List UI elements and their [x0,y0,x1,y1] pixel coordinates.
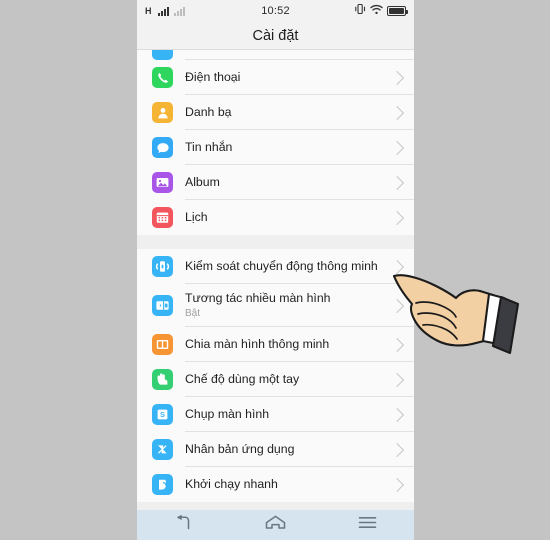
pointing-hand-cursor [392,264,520,362]
chevron-right-icon [389,477,405,492]
settings-row-label: Chế độ dùng một tay [185,372,300,386]
settings-row[interactable]: Kiểm soát chuyển động thông minh [137,249,414,284]
settings-row[interactable]: Lịch [137,200,414,235]
album-icon [152,172,173,193]
settings-row[interactable]: Tin nhắn [137,130,414,165]
smart-features-group: Kiểm soát chuyển động thông minh Tương tá… [137,249,414,502]
settings-row-labels: Khởi chạy nhanh [185,470,386,499]
quick-launch-icon [152,474,173,495]
settings-row[interactable]: Tương tác nhiều màn hình Bật [137,284,414,327]
chevron-right-icon [389,105,405,120]
settings-row-labels: Danh bạ [185,98,386,127]
settings-row[interactable]: Chế độ dùng một tay [137,362,414,397]
page-title: Cài đặt [252,27,299,44]
settings-row-labels: Chế độ dùng một tay [185,365,386,394]
one-handed-mode-icon [152,369,173,390]
motion-control-icon [152,256,173,277]
settings-row-labels: Kiểm soát chuyển động thông minh [185,252,386,281]
settings-row-labels: Album [185,168,386,197]
settings-row-label: Tin nhắn [185,140,233,154]
back-button[interactable] [160,510,206,540]
group-separator [137,235,414,249]
cut-off-app-icon [152,50,173,60]
phone-icon [152,67,173,88]
settings-row-label: Lịch [185,210,208,224]
chevron-right-icon [389,175,405,190]
settings-row-label: Danh bạ [185,105,232,119]
chevron-right-icon [389,140,405,155]
settings-row-label: Khởi chạy nhanh [185,477,278,491]
settings-row[interactable]: Điện thoại [137,60,414,95]
back-arrow-icon [174,515,193,535]
status-bar-clock: 10:52 [261,5,290,17]
settings-row-label: Điện thoại [185,70,241,84]
home-icon [265,515,286,535]
settings-row-label: Tương tác nhiều màn hình [185,291,331,305]
system-navigation-bar [137,510,414,540]
settings-row-labels: Nhân bản ứng dụng [185,435,386,464]
chevron-right-icon [389,372,405,387]
settings-row-labels: Lịch [185,203,386,232]
split-screen-icon [152,334,173,355]
settings-row-labels: Chia màn hình thông minh [185,330,386,359]
svg-text:S: S [160,410,165,419]
settings-row[interactable]: Nhân bản ứng dụng [137,432,414,467]
settings-list[interactable]: Điện thoại Danh bạ Tin nhắn Album Lịch Kiểm s… [137,50,414,510]
calendar-icon [152,207,173,228]
settings-row-label: Album [185,175,220,189]
settings-row-sublabel: Bật [185,308,201,319]
menu-icon [358,516,377,534]
settings-row[interactable]: Khởi chạy nhanh [137,467,414,502]
chevron-right-icon [389,70,405,85]
page-title-bar: Cài đặt [137,22,414,50]
settings-row-labels: Chụp màn hình [185,400,386,429]
screenshot-icon: S [152,404,173,425]
apps-group: Điện thoại Danh bạ Tin nhắn Album Lịch [137,50,414,235]
settings-row-labels: Tin nhắn [185,133,386,162]
menu-button[interactable] [345,510,391,540]
phone-screen: H 10:52 Cài đặt Điện thoại Danh bạ Tin n… [137,0,414,540]
home-button[interactable] [252,510,298,540]
battery-icon [387,6,408,16]
settings-row-labels: Điện thoại [185,63,386,92]
multi-screen-interaction-icon [152,295,173,316]
settings-row[interactable]: Chia màn hình thông minh [137,327,414,362]
settings-row[interactable]: Album [137,165,414,200]
chevron-right-icon [389,407,405,422]
status-bar: H 10:52 [137,0,414,22]
settings-row-label: Chụp màn hình [185,407,270,421]
app-clone-icon [152,439,173,460]
settings-row-label: Chia màn hình thông minh [185,337,330,351]
settings-row-labels: Tương tác nhiều màn hình Bật [185,284,386,327]
settings-row-label: Kiểm soát chuyển động thông minh [185,259,378,273]
contacts-icon [152,102,173,123]
settings-row[interactable]: S Chụp màn hình [137,397,414,432]
settings-row[interactable]: Danh bạ [137,95,414,130]
screenshot-root: H 10:52 Cài đặt Điện thoại Danh bạ Tin n… [0,0,550,540]
messages-icon [152,137,173,158]
settings-row-label: Nhân bản ứng dụng [185,442,295,456]
chevron-right-icon [389,442,405,457]
settings-row[interactable] [137,50,414,60]
chevron-right-icon [389,210,405,225]
